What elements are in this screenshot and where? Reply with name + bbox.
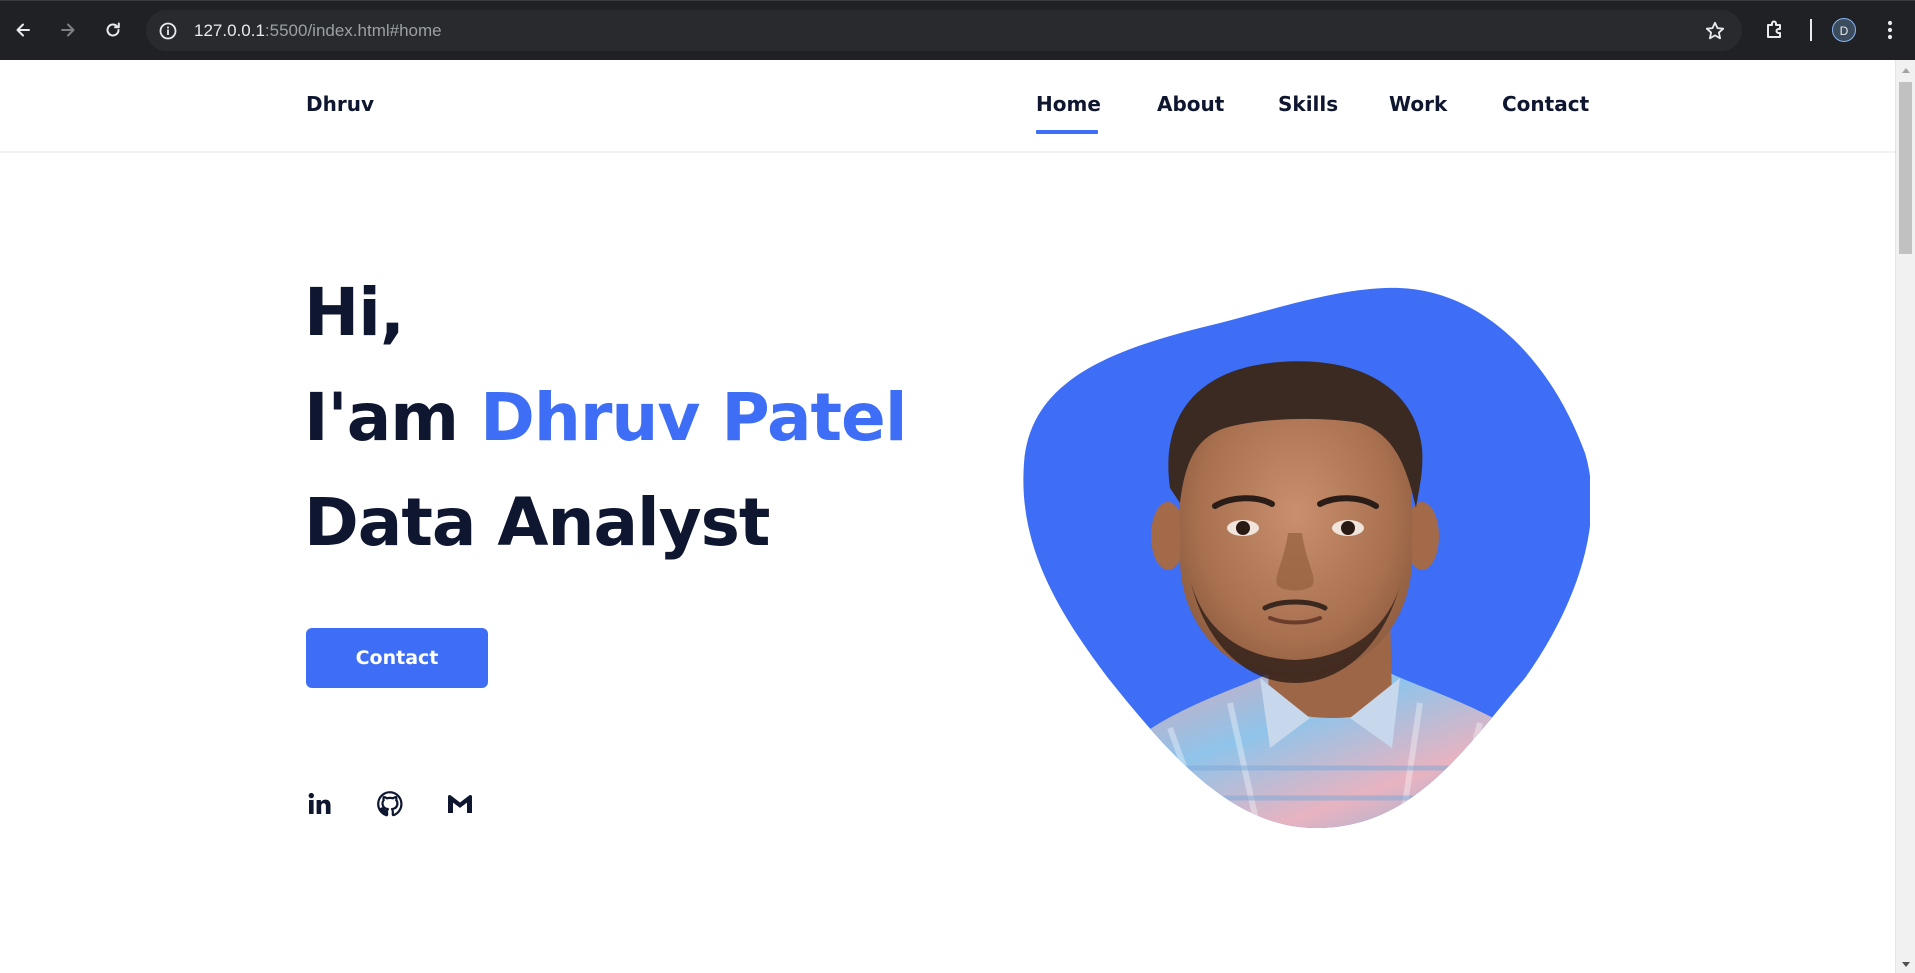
arrow-left-icon	[16, 23, 30, 37]
nav-link-skills[interactable]: Skills	[1278, 92, 1338, 116]
scroll-down-arrow-icon[interactable]	[1902, 962, 1910, 967]
nav-link-contact[interactable]: Contact	[1502, 92, 1589, 116]
page-viewport: Dhruv Home About Skills Work Contact Hi,…	[0, 60, 1895, 973]
scrollbar-thumb[interactable]	[1899, 82, 1912, 254]
reload-button[interactable]	[97, 14, 129, 46]
browser-toolbar: 127.0.0.1:5500/index.html#home D	[0, 0, 1915, 60]
more-menu-icon[interactable]	[1880, 18, 1900, 42]
reload-icon	[106, 22, 120, 37]
active-nav-indicator	[1036, 130, 1098, 134]
toolbar-divider	[1810, 19, 1812, 41]
hero-name: Dhruv Patel	[480, 379, 907, 456]
forward-button[interactable]	[52, 14, 84, 46]
profile-avatar[interactable]: D	[1832, 18, 1856, 42]
nav-link-work[interactable]: Work	[1389, 92, 1447, 116]
url-text: 127.0.0.1:5500/index.html#home	[194, 20, 442, 41]
site-info-icon[interactable]	[158, 21, 178, 41]
back-button[interactable]	[7, 14, 39, 46]
profile-photo	[1020, 278, 1590, 838]
scroll-up-arrow-icon[interactable]	[1902, 68, 1910, 73]
address-bar[interactable]: 127.0.0.1:5500/index.html#home	[146, 10, 1742, 51]
site-logo[interactable]: Dhruv	[306, 92, 374, 116]
arrow-right-icon	[61, 23, 75, 37]
tab-strip-edge	[0, 0, 1915, 1]
linkedin-icon[interactable]	[305, 789, 335, 819]
portrait-group	[1023, 287, 1590, 829]
hero-greeting: Hi,	[304, 274, 405, 351]
site-header: Dhruv Home About Skills Work Contact	[0, 60, 1895, 153]
nav-link-home[interactable]: Home	[1036, 92, 1101, 116]
hero-role: Data Analyst	[304, 484, 770, 561]
gmail-icon[interactable]	[445, 789, 475, 819]
nav-link-about[interactable]: About	[1157, 92, 1224, 116]
page-scrollbar[interactable]	[1895, 60, 1915, 973]
hero-intro: I'am Dhruv Patel	[304, 378, 907, 458]
contact-button[interactable]: Contact	[306, 628, 488, 688]
url-host: 127.0.0.1	[194, 21, 265, 40]
extensions-puzzle-icon[interactable]	[1762, 17, 1788, 43]
url-path: :5500/index.html#home	[264, 21, 442, 40]
hero-intro-prefix: I'am	[304, 379, 481, 456]
github-icon[interactable]	[375, 789, 405, 819]
bookmark-star-icon[interactable]	[1704, 20, 1726, 42]
